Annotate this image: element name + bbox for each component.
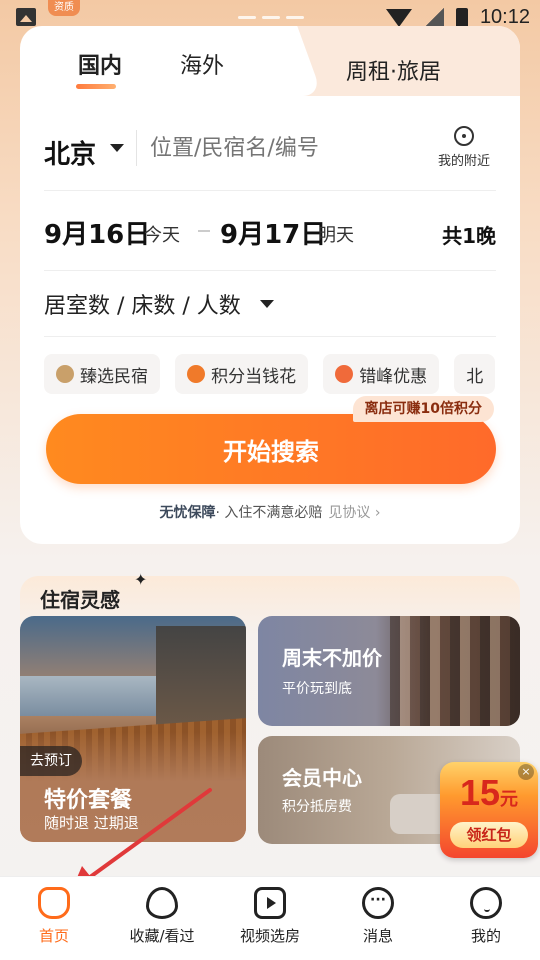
amount-number: 15 <box>459 772 501 813</box>
points-icon <box>187 365 206 383</box>
chip-offpeak-deals[interactable]: 错峰优惠 <box>323 354 440 394</box>
nav-favorites[interactable]: 收藏/看过 <box>108 877 216 960</box>
sparkle-icon: ✦ <box>134 570 148 589</box>
checkin-day-label: 今天 <box>144 225 180 246</box>
card-title: 特价套餐 <box>44 788 133 813</box>
divider <box>136 130 137 166</box>
divider <box>44 336 496 337</box>
page-indicator-dash <box>286 16 304 19</box>
chevron-down-icon[interactable] <box>110 144 124 152</box>
nav-label: 消息 <box>362 927 393 945</box>
card-subtitle: 平价玩到底 <box>282 681 352 697</box>
locate-icon <box>454 126 474 146</box>
nav-video[interactable]: 视频选房 <box>216 877 324 960</box>
discount-icon <box>335 365 354 383</box>
nav-messages[interactable]: 消息 <box>324 877 432 960</box>
chip-label: 错峰优惠 <box>359 366 428 387</box>
chip-label: 积分当钱花 <box>211 366 297 387</box>
weekend-no-surcharge-card[interactable]: 周末不加价 平价玩到底 <box>258 616 520 726</box>
chip-label: 北 <box>466 366 484 387</box>
date-row[interactable]: 9月16日 今天 9月17日 明天 共1晚 <box>44 210 496 254</box>
chip-points-as-cash[interactable]: 积分当钱花 <box>175 354 309 394</box>
heart-icon <box>146 887 178 919</box>
red-packet-widget[interactable]: × 15元 领红包 <box>440 762 538 858</box>
page-indicator-dash <box>262 16 280 19</box>
chip-more[interactable]: 北 <box>454 354 496 394</box>
chip-label: 臻选民宿 <box>80 366 148 387</box>
premium-icon <box>56 365 74 383</box>
card-title: 周末不加价 <box>282 646 382 670</box>
nearby-label: 我的附近 <box>437 154 490 169</box>
nav-home[interactable]: 首页 <box>0 877 108 960</box>
keyword-search-input[interactable] <box>150 136 420 161</box>
chip-premium-homestay[interactable]: 臻选民宿 <box>44 354 160 394</box>
divider <box>44 190 496 191</box>
points-promo-badge: 离店可赚10倍积分 <box>352 396 494 422</box>
rooms-selector[interactable]: 居室数 / 床数 / 人数 <box>44 288 496 328</box>
tab-overseas[interactable]: 海外 <box>180 48 224 80</box>
battery-icon <box>455 7 468 28</box>
view-agreement-link[interactable]: 见协议 › <box>328 505 380 521</box>
checkout-date[interactable]: 9月17日 <box>220 214 326 251</box>
video-icon <box>254 887 286 919</box>
profile-icon <box>470 887 502 919</box>
nearby-button[interactable]: 我的附近 <box>432 126 496 169</box>
section-title: 住宿灵感 <box>40 588 120 612</box>
tab-domestic[interactable]: 国内 <box>78 48 122 80</box>
guarantee-text: · 入住不满意必赔 <box>215 505 323 521</box>
date-separator <box>198 230 210 232</box>
nav-label: 首页 <box>38 927 69 945</box>
home-icon <box>38 887 70 919</box>
guarantee-title: 无忧保障 <box>159 505 216 521</box>
nav-label: 视频选房 <box>239 927 300 945</box>
guarantee-line: 无忧保障· 入住不满意必赔 见协议 › <box>20 502 520 522</box>
tab-weekly-rental[interactable]: 周租·旅居 <box>346 54 441 86</box>
special-package-card[interactable]: 去预订 特价套餐 随时退 过期退 <box>20 616 246 842</box>
message-icon <box>362 887 394 919</box>
divider <box>44 270 496 271</box>
signal-icon <box>423 7 444 28</box>
bottom-nav: 首页 收藏/看过 视频选房 消息 我的 <box>0 876 540 960</box>
nights-count: 共1晚 <box>442 224 496 248</box>
card-subtitle: 积分抵房费 <box>282 799 352 815</box>
rooms-label: 居室数 / 床数 / 人数 <box>44 294 241 319</box>
card-title: 会员中心 <box>282 766 362 790</box>
amount-unit: 元 <box>500 789 519 810</box>
destination-row: 北京 我的附近 <box>44 126 496 192</box>
card-subtitle: 随时退 过期退 <box>44 814 139 832</box>
red-packet-amount: 15元 <box>440 772 538 814</box>
region-tabs: 国内 海外 周租·旅居 <box>20 26 520 96</box>
city-selector[interactable]: 北京 <box>44 134 96 171</box>
nav-label: 我的 <box>470 927 501 945</box>
checkin-date[interactable]: 9月16日 <box>44 214 150 251</box>
active-tab-underline <box>76 84 116 89</box>
gallery-icon <box>16 8 36 26</box>
qualification-tag[interactable]: 资质 <box>48 0 80 16</box>
start-search-button[interactable]: 开始搜索 <box>46 414 496 484</box>
checkout-day-label: 明天 <box>318 225 354 246</box>
chevron-down-icon <box>260 300 274 308</box>
wifi-icon <box>385 8 412 27</box>
claim-red-packet-button[interactable]: 领红包 <box>450 822 528 848</box>
nav-label: 收藏/看过 <box>129 927 195 945</box>
book-now-tag[interactable]: 去预订 <box>20 746 82 776</box>
party-photo <box>390 616 520 726</box>
page-indicator-dash <box>238 16 256 19</box>
nav-profile[interactable]: 我的 <box>432 877 540 960</box>
quick-filter-chips: 臻选民宿 积分当钱花 错峰优惠 北 <box>44 354 496 396</box>
search-card: 国内 海外 周租·旅居 北京 我的附近 9月16日 今天 9月17日 明天 共1… <box>20 26 520 544</box>
